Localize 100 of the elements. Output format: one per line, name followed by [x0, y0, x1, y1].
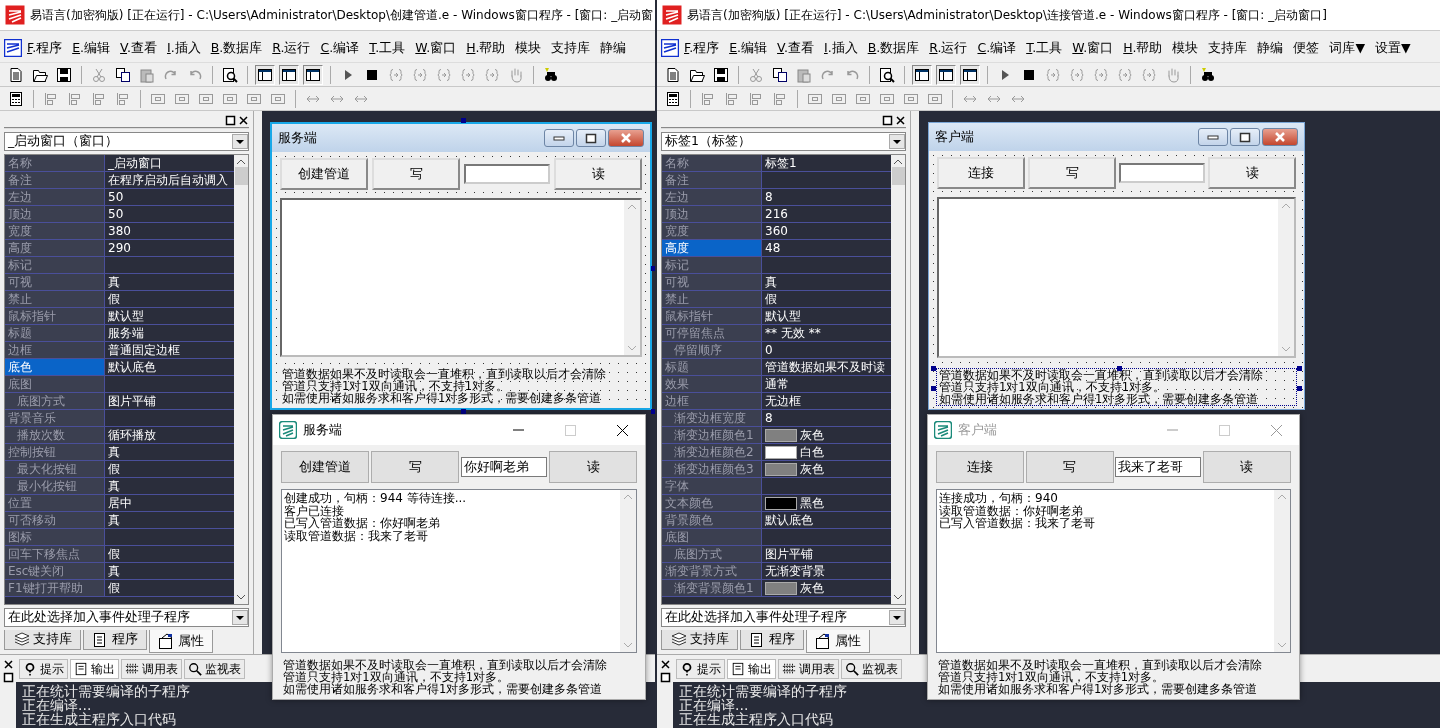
binoculars-icon[interactable] [1200, 66, 1216, 83]
event-dropdown[interactable]: 在此处选择加入事件处理子程序 [4, 608, 249, 627]
form-button[interactable]: 写 [1025, 451, 1114, 483]
event-dropdown[interactable]: 在此处选择加入事件处理子程序 [661, 608, 906, 627]
close-icon[interactable] [238, 114, 249, 126]
property-name[interactable]: 标题 [5, 325, 105, 341]
property-name[interactable]: 文本颜色 [662, 495, 762, 511]
menu-item[interactable]: H.帮助 [461, 40, 511, 57]
maximize-button[interactable] [1230, 128, 1260, 146]
form-button[interactable]: 写 [372, 158, 460, 190]
object-dropdown[interactable]: _启动窗口（窗口） [4, 132, 249, 151]
brace-arrow-icon[interactable] [484, 66, 500, 83]
dropdown-arrow-button[interactable] [232, 610, 248, 625]
form-button[interactable]: 连接 [937, 157, 1025, 189]
selection-handle[interactable] [1297, 385, 1302, 391]
form-button[interactable]: 创建管道 [281, 451, 369, 483]
restore-icon[interactable] [225, 114, 236, 126]
property-name[interactable]: 顶边 [5, 206, 105, 222]
output-tab[interactable]: 输出 [727, 659, 776, 679]
calculator-icon[interactable] [8, 90, 24, 107]
binoculars-icon[interactable] [543, 66, 559, 83]
property-name[interactable]: 字体 [662, 478, 762, 494]
menu-item[interactable]: 便签 [1288, 40, 1325, 57]
form-button[interactable]: 连接 [936, 451, 1024, 483]
property-name[interactable]: 图标 [5, 529, 105, 545]
property-name[interactable]: 名称 [5, 155, 105, 171]
hand-icon[interactable] [1165, 66, 1181, 83]
selection-handle[interactable] [461, 118, 466, 123]
output-tab[interactable]: 提示 [676, 659, 725, 679]
panel-tab[interactable]: 支持库 [661, 630, 738, 650]
property-name[interactable]: 可视 [662, 274, 762, 290]
calculator-icon[interactable] [665, 90, 681, 107]
window-layout-icon[interactable] [281, 66, 297, 83]
menu-item[interactable]: W.窗口 [410, 40, 462, 57]
property-name[interactable]: 备注 [662, 172, 762, 188]
property-name[interactable]: 背景颜色 [662, 512, 762, 528]
text-input[interactable]: 你好啊老弟 [461, 457, 547, 477]
menu-item[interactable]: T.工具 [364, 40, 411, 57]
property-name[interactable]: 禁止 [5, 291, 105, 307]
property-name[interactable]: 左边 [5, 189, 105, 205]
menu-item[interactable]: 静编 [595, 40, 632, 57]
property-name[interactable]: 标题 [662, 359, 762, 375]
menu-item[interactable]: 静编 [1252, 40, 1289, 57]
maximize-button[interactable] [576, 129, 606, 147]
selection-handle[interactable] [651, 409, 655, 414]
clipboard-icon[interactable] [796, 66, 812, 83]
property-name[interactable]: 可视 [5, 274, 105, 290]
property-name[interactable]: 控制按钮 [5, 444, 105, 460]
property-name[interactable]: 回车下移焦点 [5, 546, 105, 562]
menu-item[interactable]: 模块 [510, 40, 547, 57]
property-name[interactable]: 底图方式 [5, 393, 105, 409]
save-icon[interactable] [56, 66, 72, 83]
menu-item[interactable]: 支持库 [546, 40, 596, 57]
menu-item[interactable]: I.插入 [162, 40, 206, 57]
window-layout-icon[interactable] [962, 66, 978, 83]
brace-arrow-icon[interactable] [436, 66, 452, 83]
copy-icon[interactable] [115, 66, 131, 83]
text-input[interactable]: 我来了老哥 [1115, 457, 1202, 477]
property-name[interactable]: Esc键关闭 [5, 563, 105, 579]
panel-tab[interactable]: 属性 [149, 630, 213, 653]
menu-item[interactable]: 支持库 [1203, 40, 1253, 57]
dropdown-arrow-button[interactable] [232, 134, 248, 149]
align-icon[interactable] [91, 90, 107, 107]
selection-handle[interactable] [1297, 366, 1302, 371]
property-name[interactable]: 底色 [5, 359, 105, 375]
menu-item[interactable]: V.查看 [115, 40, 162, 57]
clipboard-icon[interactable] [139, 66, 155, 83]
menu-item[interactable]: C.编译 [315, 40, 365, 57]
close-icon[interactable] [2, 659, 14, 670]
scissors-icon[interactable] [748, 66, 764, 83]
close-icon[interactable] [895, 114, 906, 126]
output-tab[interactable]: 监视表 [841, 659, 902, 679]
restore-icon[interactable] [2, 672, 14, 683]
restore-icon[interactable] [882, 114, 893, 126]
property-name[interactable]: 宽度 [5, 223, 105, 239]
property-name[interactable]: 标记 [5, 257, 105, 273]
property-name[interactable]: 渐变边框宽度 [662, 410, 762, 426]
property-name[interactable]: 可停留焦点 [662, 325, 762, 341]
property-name[interactable]: 禁止 [662, 291, 762, 307]
brace-arrow-icon[interactable] [460, 66, 476, 83]
property-name[interactable]: 渐变背景方式 [662, 563, 762, 579]
panel-tab[interactable]: 程序 [83, 630, 147, 650]
brace-arrow-icon[interactable] [412, 66, 428, 83]
text-input[interactable] [464, 164, 550, 184]
form-button[interactable]: 读 [1202, 451, 1291, 483]
menu-item[interactable]: W.窗口 [1067, 40, 1119, 57]
align-icon[interactable] [115, 90, 131, 107]
menu-item[interactable]: R.运行 [924, 40, 973, 57]
text-input[interactable] [1119, 163, 1205, 183]
property-name[interactable]: 标记 [662, 257, 762, 273]
hand-icon[interactable] [508, 66, 524, 83]
output-tab[interactable]: 调用表 [121, 659, 182, 679]
window-layout-icon[interactable] [305, 66, 321, 83]
brace-arrow-icon[interactable] [1093, 66, 1109, 83]
align-icon[interactable] [43, 90, 59, 107]
menu-item[interactable]: 模块 [1167, 40, 1204, 57]
menu-item[interactable]: T.工具 [1021, 40, 1068, 57]
property-name[interactable]: 边框 [662, 393, 762, 409]
property-name[interactable]: 渐变边框颜色2 [662, 444, 762, 460]
property-name[interactable]: 最小化按钮 [5, 478, 105, 494]
